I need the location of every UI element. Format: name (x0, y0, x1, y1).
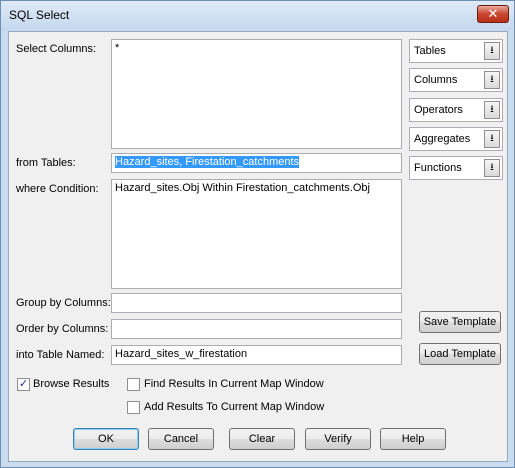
cancel-button[interactable]: Cancel (148, 428, 214, 450)
aggregates-dropdown-label: Aggregates (414, 133, 471, 145)
browse-results-label: Browse Results (33, 378, 110, 390)
dialog-client-area: Select Columns: from Tables: where Condi… (8, 31, 508, 462)
close-button[interactable]: ✕ (477, 5, 509, 23)
dropdown-arrow-icon[interactable]: ⭳ (484, 130, 500, 148)
find-results-label: Find Results In Current Map Window (144, 378, 324, 390)
find-results-checkbox[interactable] (127, 378, 140, 391)
where-condition-input[interactable]: Hazard_sites.Obj Within Firestation_catc… (111, 179, 402, 289)
help-button[interactable]: Help (380, 428, 446, 450)
browse-results-checkbox[interactable]: ✓ (17, 378, 30, 391)
dropdown-arrow-icon[interactable]: ⭳ (484, 101, 500, 119)
add-results-checkbox[interactable] (127, 401, 140, 414)
select-columns-label: Select Columns: (16, 43, 97, 55)
from-tables-input[interactable]: Hazard_sites, Firestation_catchments (111, 153, 402, 173)
add-results-label: Add Results To Current Map Window (144, 401, 325, 413)
columns-dropdown-label: Columns (414, 74, 458, 86)
title-bar[interactable]: SQL Select ✕ (1, 1, 514, 31)
aggregates-dropdown[interactable]: Aggregates ⭳ (409, 127, 503, 151)
dropdown-arrow-icon[interactable]: ⭳ (484, 159, 500, 177)
operators-dropdown-label: Operators (414, 104, 463, 116)
group-by-label: Group by Columns: (16, 297, 111, 309)
dropdown-arrow-icon[interactable]: ⭳ (484, 42, 500, 60)
functions-dropdown[interactable]: Functions ⭳ (409, 156, 503, 180)
load-template-button[interactable]: Load Template (419, 343, 501, 365)
into-table-input[interactable]: Hazard_sites_w_firestation (111, 345, 402, 365)
columns-dropdown[interactable]: Columns ⭳ (409, 68, 503, 92)
into-table-label: into Table Named: (16, 349, 105, 361)
select-columns-input[interactable]: * (111, 39, 402, 149)
sql-select-window: SQL Select ✕ Select Columns: from Tables… (0, 0, 515, 468)
ok-button[interactable]: OK (73, 428, 139, 450)
functions-dropdown-label: Functions (414, 162, 462, 174)
from-tables-value: Hazard_sites, Firestation_catchments (115, 156, 300, 168)
window-title: SQL Select (9, 8, 70, 22)
close-icon: ✕ (487, 6, 499, 21)
group-by-input[interactable] (111, 293, 402, 313)
where-condition-label: where Condition: (16, 183, 99, 195)
order-by-label: Order by Columns: (16, 323, 109, 335)
operators-dropdown[interactable]: Operators ⭳ (409, 98, 503, 122)
verify-button[interactable]: Verify (305, 428, 371, 450)
dropdown-arrow-icon[interactable]: ⭳ (484, 71, 500, 89)
tables-dropdown-label: Tables (414, 45, 446, 57)
tables-dropdown[interactable]: Tables ⭳ (409, 39, 503, 63)
from-tables-label: from Tables: (16, 157, 76, 169)
clear-button[interactable]: Clear (229, 428, 295, 450)
order-by-input[interactable] (111, 319, 402, 339)
save-template-button[interactable]: Save Template (419, 311, 501, 333)
